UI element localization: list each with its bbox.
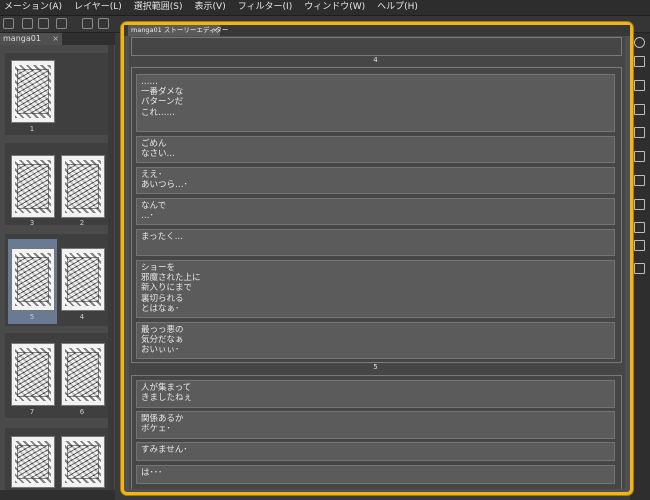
- dialogue-box[interactable]: 人が集まって きましたねぇ: [136, 380, 615, 408]
- menu-bar: メーション(A) レイヤー(L) 選択範囲(S) 表示(V) フィルター(I) ウィンドウ…: [0, 0, 650, 16]
- menu-animation[interactable]: メーション(A): [0, 0, 70, 15]
- page-thumbnail-1[interactable]: [11, 60, 55, 123]
- import-icon[interactable]: [634, 151, 645, 162]
- undo-icon[interactable]: [82, 18, 93, 29]
- menu-layer[interactable]: レイヤー(L): [66, 0, 130, 15]
- story-editor-panel: manga01 ストーリーエディター × 4 …… 一番ダメな パターンだ これ…: [121, 22, 633, 495]
- close-page-icon[interactable]: [634, 104, 645, 115]
- page-manager-tab-label: manga01: [3, 34, 41, 43]
- page-section-5: …… 一番ダメな パターンだ これ…… ごめん なさい… ええ･ あいつら…･ …: [131, 67, 622, 363]
- page-thumbnail-3[interactable]: [11, 155, 55, 218]
- page-label-4: 4: [373, 56, 378, 64]
- dialogue-box[interactable]: …… 一番ダメな パターンだ これ……: [136, 74, 615, 132]
- menu-window[interactable]: ウィンドウ(W): [296, 0, 373, 15]
- dialogue-box[interactable]: 最っっ悪の 気分だなぁ おいぃぃ･: [136, 322, 615, 359]
- menu-help[interactable]: ヘルプ(H): [369, 0, 426, 15]
- export-icon[interactable]: [634, 56, 645, 67]
- page-thumbnail-5[interactable]: [11, 248, 55, 311]
- page-manager-scrollbar[interactable]: [108, 45, 114, 500]
- page-number: 5: [29, 313, 35, 321]
- layout-icon[interactable]: [634, 240, 645, 251]
- story-editor-tab[interactable]: manga01 ストーリーエディター ×: [128, 25, 228, 36]
- menu-selection[interactable]: 選択範囲(S): [126, 0, 191, 15]
- app-icon[interactable]: [3, 18, 14, 29]
- heart-icon[interactable]: [634, 222, 645, 233]
- list-icon[interactable]: [634, 199, 645, 210]
- menu-view[interactable]: 表示(V): [187, 0, 234, 15]
- dialogue-box[interactable]: まったく…: [136, 229, 615, 256]
- page-number: 6: [79, 408, 85, 416]
- dialogue-box[interactable]: なんで …･: [136, 198, 615, 225]
- page-number: 1: [29, 125, 35, 133]
- dialogue-box[interactable]: ごめん なさい…: [136, 136, 615, 163]
- story-editor-tabbar: manga01 ストーリーエディター ×: [124, 25, 630, 36]
- dialogue-box[interactable]: ええ･ あいつら…･: [136, 167, 615, 194]
- dialogue-box[interactable]: 関係あるか ボケェ･: [136, 411, 615, 439]
- save-icon[interactable]: [56, 18, 67, 29]
- camera-icon[interactable]: [634, 175, 645, 186]
- open-folder-icon[interactable]: [38, 18, 49, 29]
- page-section-6: 人が集まって きましたねぇ 関係あるか ボケェ･ すみません･ は･･･: [131, 375, 622, 489]
- close-icon[interactable]: ×: [213, 25, 218, 36]
- page-number: 7: [29, 408, 35, 416]
- page-thumbnail-9[interactable]: [11, 436, 55, 488]
- right-icon-bar: [630, 33, 650, 500]
- page-manager-footer: [0, 490, 115, 500]
- close-icon[interactable]: ×: [52, 33, 59, 45]
- redo-icon[interactable]: [98, 18, 109, 29]
- page-thumbnail-4[interactable]: [61, 248, 105, 311]
- page-section-4: [131, 37, 622, 56]
- pages-icon[interactable]: [634, 127, 645, 138]
- page-manager-tab[interactable]: manga01 ×: [0, 33, 62, 45]
- page-thumbnail-8[interactable]: [61, 436, 105, 488]
- page-number: 3: [29, 219, 35, 227]
- dialogue-box[interactable]: は･･･: [136, 465, 615, 484]
- dialogue-box[interactable]: すみません･: [136, 442, 615, 461]
- dialogue-box[interactable]: ショーを 邪魔された上に 新入りにまで 裏切られる とはなぁ･: [136, 260, 615, 318]
- page-manager-tabbar: manga01 ×: [0, 33, 115, 45]
- page-thumbnail-7[interactable]: [11, 343, 55, 406]
- new-file-icon[interactable]: [22, 18, 33, 29]
- menu-filter[interactable]: フィルター(I): [230, 0, 301, 15]
- story-editor-body[interactable]: 4 …… 一番ダメな パターンだ これ…… ごめん なさい… ええ･ あいつら……: [129, 37, 625, 489]
- page-number: 2: [79, 219, 85, 227]
- delete-page-icon[interactable]: [634, 80, 645, 91]
- page-thumbnail-2[interactable]: [61, 155, 105, 218]
- page-label-5: 5: [373, 363, 378, 371]
- page-thumbnail-6[interactable]: [61, 343, 105, 406]
- grid-icon[interactable]: [634, 263, 645, 274]
- page-number: 4: [79, 313, 85, 321]
- page-manager-panel: manga01 × 1 3 2 5 4 7 6: [0, 33, 115, 500]
- navigator-icon[interactable]: [634, 37, 645, 48]
